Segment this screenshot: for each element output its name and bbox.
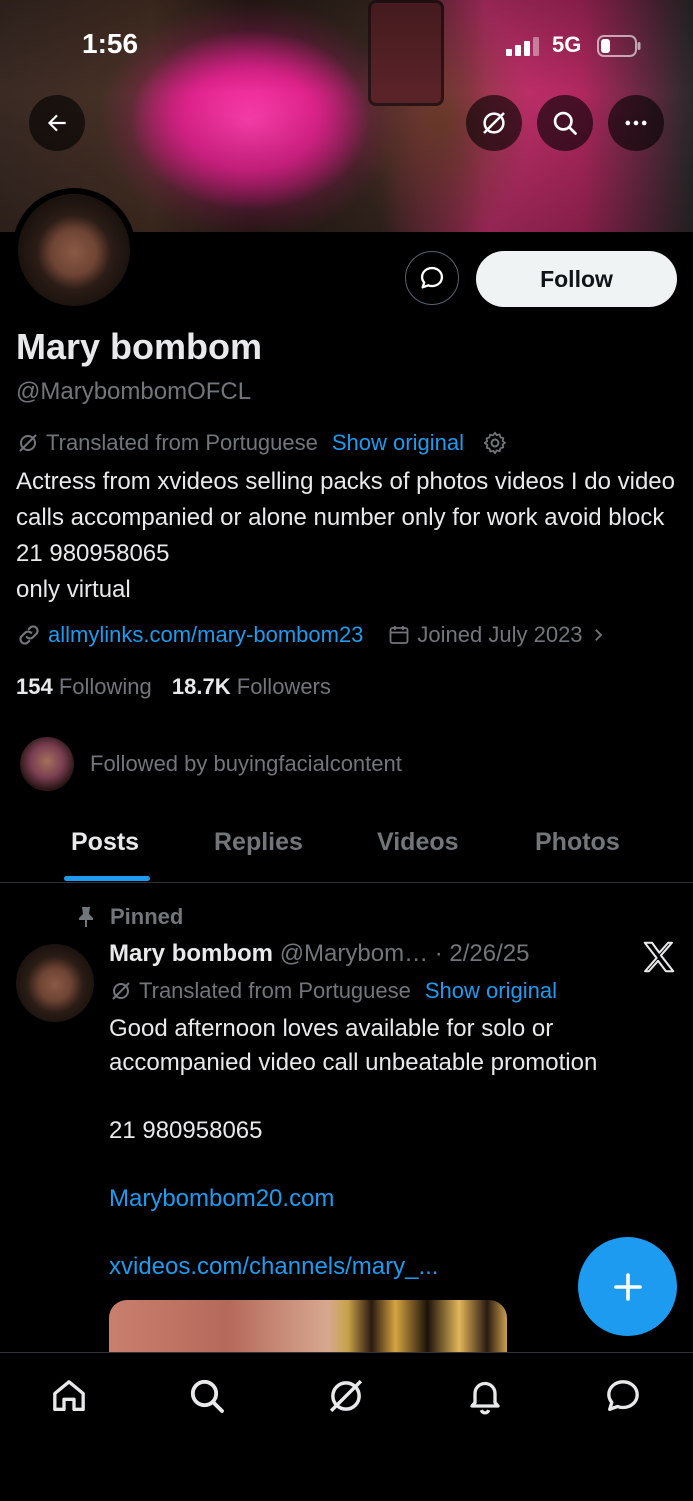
post-media[interactable] xyxy=(109,1300,507,1355)
followers-label: Followers xyxy=(236,674,331,699)
back-button[interactable] xyxy=(29,95,85,151)
x-logo-icon[interactable] xyxy=(640,938,678,976)
nav-home[interactable] xyxy=(47,1374,91,1418)
pinned-label: Pinned xyxy=(110,904,184,929)
chat-bubble-icon xyxy=(420,266,444,289)
network-type: 5G xyxy=(552,32,582,57)
search-icon xyxy=(190,1379,224,1413)
profile-bio: Actress from xvideos selling packs of ph… xyxy=(16,468,675,603)
avatar-image xyxy=(18,194,130,306)
profile-name: Mary bombom xyxy=(16,326,263,367)
follow-counts: 154 Following 18.7K Followers xyxy=(16,674,331,700)
nav-messages[interactable] xyxy=(601,1374,645,1418)
joined-date[interactable]: Joined July 2023 xyxy=(417,622,582,648)
search-icon xyxy=(553,111,577,135)
nav-search[interactable] xyxy=(185,1374,229,1418)
followed-by-text: Followed by buyingfacialcontent xyxy=(90,751,402,776)
more-icon xyxy=(625,120,647,126)
search-button[interactable] xyxy=(537,95,593,151)
chevron-right-icon xyxy=(594,629,602,641)
post-translated-label: Translated from Portuguese xyxy=(139,978,411,1003)
nav-notifications[interactable] xyxy=(463,1374,507,1418)
grok-translate-icon xyxy=(19,434,37,452)
post-show-original-link[interactable]: Show original xyxy=(425,978,557,1004)
follow-button[interactable]: Follow xyxy=(476,251,677,307)
post-header: Mary bombom @Marybom… · 2/26/25 xyxy=(109,940,529,968)
grok-icon xyxy=(329,1379,363,1413)
profile-website-link[interactable]: allmylinks.com/mary-bombom23 xyxy=(48,622,363,648)
followers-count: 18.7K xyxy=(171,674,231,699)
followed-by-row[interactable]: Followed by buyingfacialcontent xyxy=(20,737,402,791)
follower-avatar xyxy=(20,737,74,791)
post-text: Good afternoon loves available for solo … xyxy=(109,1012,675,1284)
profile-handle: @MarybombomOFCL xyxy=(16,378,252,405)
profile-avatar[interactable] xyxy=(12,188,136,312)
battery-icon xyxy=(597,35,641,57)
tab-posts[interactable]: Posts xyxy=(71,828,139,857)
gear-icon[interactable] xyxy=(482,430,508,456)
post-phone: 21 980958065 xyxy=(109,1117,263,1144)
pinned-label-row: Pinned xyxy=(76,904,183,930)
home-icon xyxy=(53,1380,85,1411)
active-tab-indicator xyxy=(64,876,150,881)
following-count: 154 xyxy=(16,674,53,699)
translated-label: Translated from Portuguese xyxy=(46,430,318,455)
followers-link[interactable]: 18.7K Followers xyxy=(172,674,331,699)
plus-icon xyxy=(613,1272,642,1301)
more-button[interactable] xyxy=(608,95,664,151)
message-button[interactable] xyxy=(405,251,459,305)
following-link[interactable]: 154 Following xyxy=(16,674,152,699)
status-time: 1:56 xyxy=(82,28,139,59)
post-handle-date: @Marybom… · 2/26/25 xyxy=(279,940,530,967)
chat-bubble-icon xyxy=(607,1380,639,1411)
grok-icon xyxy=(483,112,505,134)
post-text-line: Good afternoon loves available for solo … xyxy=(109,1015,598,1076)
nav-grok[interactable] xyxy=(324,1374,368,1418)
show-original-link[interactable]: Show original xyxy=(332,430,464,456)
post-translation-row: Translated from Portuguese Show original xyxy=(109,978,557,1004)
bell-icon xyxy=(470,1381,500,1415)
arrow-left-icon xyxy=(47,114,66,132)
tab-videos[interactable]: Videos xyxy=(377,828,459,857)
grok-translate-icon xyxy=(112,982,130,1000)
post-avatar[interactable] xyxy=(16,944,94,1022)
post-author-name[interactable]: Mary bombom xyxy=(109,940,273,967)
following-label: Following xyxy=(58,674,152,699)
link-icon xyxy=(19,625,39,645)
compose-button[interactable] xyxy=(578,1237,677,1336)
tab-photos[interactable]: Photos xyxy=(535,828,620,857)
tab-divider xyxy=(0,882,693,883)
tab-replies[interactable]: Replies xyxy=(214,828,303,857)
profile-meta-row: allmylinks.com/mary-bombom23 Joined July… xyxy=(16,622,607,648)
calendar-icon xyxy=(390,626,409,644)
signal-icon xyxy=(506,37,539,56)
grok-button[interactable] xyxy=(466,95,522,151)
bio-translation-row: Translated from Portuguese Show original xyxy=(16,430,508,456)
post-link-1[interactable]: Marybombom20.com xyxy=(109,1182,675,1216)
pin-icon xyxy=(79,907,93,927)
